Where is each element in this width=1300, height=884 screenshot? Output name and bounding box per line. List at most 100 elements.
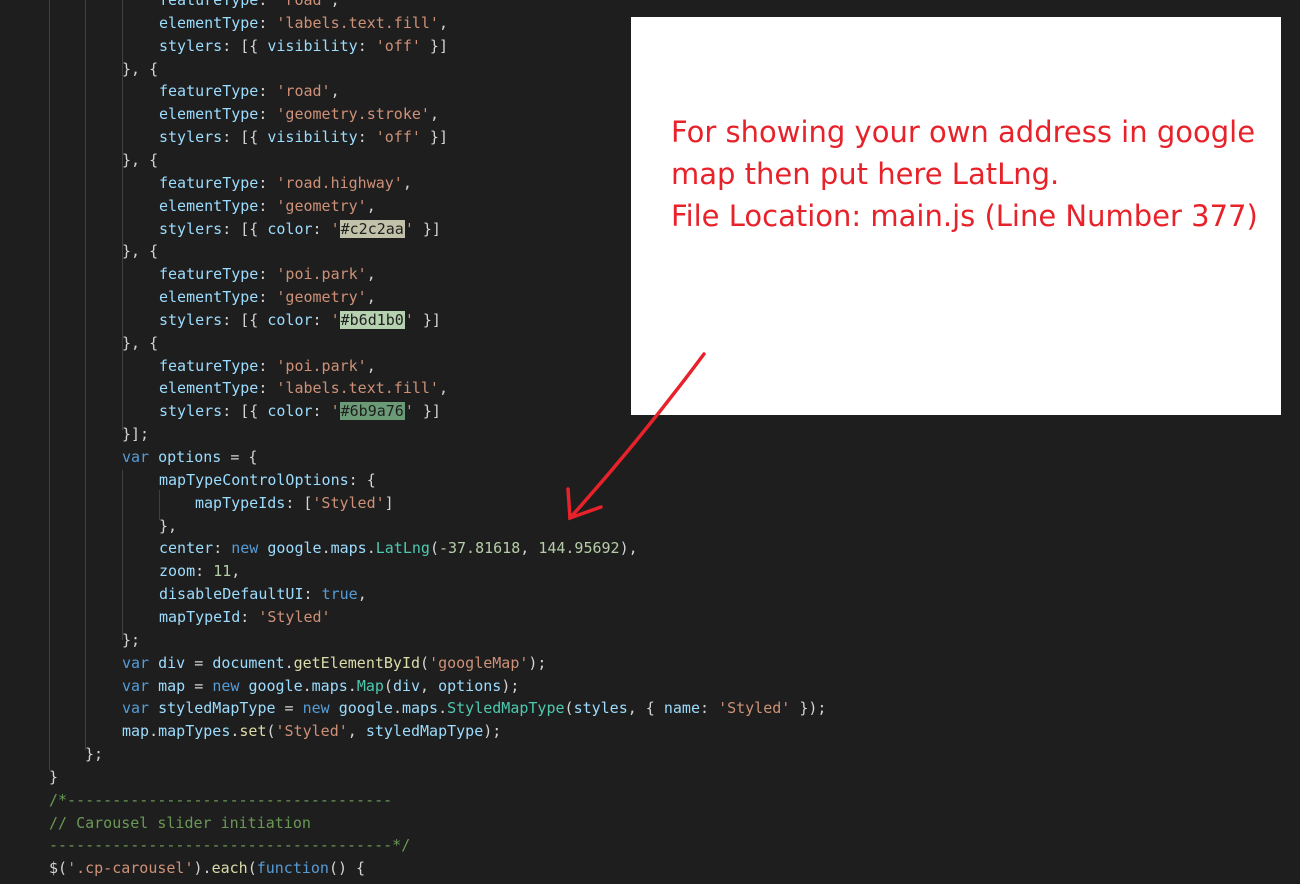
code-token: : {: [348, 470, 376, 489]
code-token: : [{: [222, 219, 268, 238]
code-token: true: [321, 585, 358, 604]
code-line: };: [85, 743, 103, 766]
code-token: map: [158, 676, 186, 695]
code-token: featureType: [159, 356, 259, 375]
code-line: elementType: 'geometry',: [159, 195, 376, 218]
code-token: options: [158, 448, 222, 466]
code-token: maps: [401, 699, 439, 718]
code-token: ': [404, 310, 414, 329]
code-line: var div = document.getElementById('googl…: [122, 652, 546, 675]
code-token: :: [258, 288, 277, 307]
code-token: }: [49, 767, 59, 786]
code-token: (: [247, 859, 257, 878]
code-token: ,: [438, 13, 448, 32]
code-token: $(: [49, 859, 68, 878]
code-line: $('.cp-carousel').each(function() {: [49, 857, 365, 880]
code-token: options: [438, 676, 502, 695]
code-token: ,: [366, 196, 376, 215]
code-token: }]: [413, 310, 441, 329]
code-token: new: [302, 699, 330, 718]
indent-guide: [159, 490, 160, 520]
code-line: featureType: 'poi.park',: [159, 355, 376, 378]
code-token: ': [330, 310, 340, 329]
code-line: /*------------------------------------: [49, 789, 392, 812]
code-token: new: [231, 539, 259, 558]
code-line: }];: [122, 423, 149, 446]
code-token: }]: [413, 219, 441, 238]
code-token: 'Styled': [312, 493, 385, 512]
code-token: ,: [330, 0, 340, 9]
code-token: };: [122, 630, 141, 649]
code-line: elementType: 'geometry',: [159, 286, 376, 309]
code-token: :: [258, 0, 277, 9]
code-token: LatLng: [375, 539, 430, 558]
code-token: map: [122, 722, 150, 741]
code-line: disableDefaultUI: true,: [159, 583, 367, 606]
code-token: each: [211, 859, 248, 878]
code-token: 'poi.park': [276, 356, 367, 375]
code-token: color: [267, 310, 313, 329]
code-token: 'road': [276, 82, 331, 101]
code-token: stylers: [159, 36, 223, 55]
code-token: : [{: [222, 402, 268, 421]
code-token: .: [284, 653, 294, 672]
code-token: :: [258, 173, 277, 192]
code-token: ,: [429, 105, 439, 124]
code-token: :: [258, 265, 277, 284]
code-line: elementType: 'labels.text.fill',: [159, 377, 448, 400]
code-token: stylers: [159, 310, 223, 329]
code-token: .: [149, 722, 159, 741]
code-line: featureType: 'road',: [159, 80, 340, 103]
code-token: :: [357, 36, 376, 55]
code-token: featureType: [159, 82, 259, 101]
code-line: stylers: [{ visibility: 'off' }]: [159, 126, 448, 149]
code-token: 'geometry': [276, 288, 367, 307]
code-token: mapTypes: [158, 722, 231, 741]
indent-guide: [122, 0, 123, 430]
code-token: elementType: [159, 13, 259, 32]
annotation-line-3: File Location: main.js (Line Number 377): [671, 199, 1258, 233]
code-token: :: [303, 585, 322, 604]
code-line: stylers: [{ color: '#b6d1b0' }]: [159, 309, 441, 332]
code-line: elementType: 'labels.text.fill',: [159, 12, 448, 35]
code-line: featureType: 'road',: [159, 0, 340, 12]
annotation-box: For showing your own address in google m…: [631, 17, 1281, 415]
code-token: =: [275, 699, 303, 718]
code-token: (: [266, 722, 276, 741]
code-token: () {: [328, 859, 366, 878]
code-token: .: [302, 676, 312, 695]
code-token: 144.95692: [538, 539, 620, 558]
code-token: ,: [330, 82, 340, 101]
code-token: var: [122, 699, 150, 718]
indent-guide: [49, 0, 50, 770]
code-token: name: [663, 699, 700, 718]
code-token: :: [312, 402, 331, 421]
code-token: var: [122, 448, 150, 466]
code-token: function: [256, 859, 329, 878]
code-token: ,: [357, 585, 367, 604]
code-token: .: [392, 699, 402, 718]
code-token: : [{: [222, 36, 268, 55]
code-token: ,: [520, 539, 539, 558]
code-token: 'off': [375, 36, 421, 55]
code-token: (: [564, 699, 574, 718]
code-token: =: [185, 653, 213, 672]
code-token: 'geometry.stroke': [276, 105, 430, 124]
color-swatch: #6b9a76: [339, 402, 405, 421]
code-token: :: [258, 356, 277, 375]
code-token: var: [122, 653, 150, 672]
code-token: google: [267, 539, 322, 558]
code-token: 'labels.text.fill': [276, 13, 439, 32]
code-token: };: [85, 745, 104, 764]
code-token: visibility: [267, 36, 358, 55]
code-token: , {: [627, 699, 664, 718]
code-token: .: [366, 539, 376, 558]
code-token: stylers: [159, 219, 223, 238]
indent-guide: [122, 470, 123, 640]
code-token: maps: [311, 676, 348, 695]
code-token: featureType: [159, 0, 259, 9]
code-token: getElementById: [293, 653, 421, 672]
code-line: };: [122, 629, 140, 652]
code-line: },: [159, 515, 177, 538]
